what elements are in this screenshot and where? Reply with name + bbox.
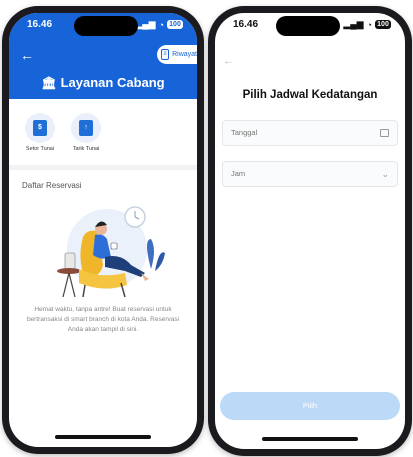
date-field[interactable]: Tanggal bbox=[222, 120, 398, 146]
bank-icon: 🏛 bbox=[41, 76, 57, 90]
signal-icon: ▂▄▆ bbox=[135, 19, 156, 29]
wifi-icon: ◔ bbox=[158, 19, 164, 30]
status-icons: ▂▄▆ ◔ 100 bbox=[135, 19, 183, 30]
time-select-placeholder: Jam bbox=[231, 169, 246, 178]
dynamic-island bbox=[74, 16, 138, 36]
menu-label: Setor Tunai bbox=[25, 146, 55, 152]
menu-setor-tunai[interactable]: $ Setor Tunai bbox=[22, 113, 58, 152]
section-title: Daftar Reservasi bbox=[22, 181, 82, 190]
phone-frame-right: 16.46 ▂▄▆ ◔ 100 ← Pilih Jadwal Kedatanga… bbox=[208, 6, 412, 456]
empty-state-illustration bbox=[57, 206, 165, 298]
page-title: 🏛 Layanan Cabang bbox=[9, 75, 197, 90]
back-arrow-icon[interactable]: ← bbox=[20, 47, 34, 63]
history-icon: ≡ bbox=[161, 49, 170, 60]
wifi-icon: ◔ bbox=[366, 19, 372, 30]
date-field-placeholder: Tanggal bbox=[231, 128, 258, 137]
menu-icon-circle: ↑ bbox=[71, 113, 101, 143]
dynamic-island bbox=[276, 16, 340, 36]
history-label: Riwayat bbox=[172, 51, 197, 58]
menu-label: Tarik Tunai bbox=[72, 146, 100, 152]
status-time: 16.46 bbox=[233, 19, 259, 30]
cash-withdraw-icon: ↑ bbox=[79, 120, 93, 136]
signal-icon: ▂▄▆ bbox=[343, 19, 364, 29]
chevron-down-icon: ⌄ bbox=[381, 169, 389, 179]
status-icons: ▂▄▆ ◔ 100 bbox=[343, 19, 391, 30]
history-button[interactable]: ≡ Riwayat bbox=[157, 45, 197, 64]
branch-service-screen: 16.46 ▂▄▆ ◔ 100 ← ≡ Riwayat 🏛 Layanan Cab… bbox=[9, 13, 197, 447]
menu-tarik-tunai[interactable]: ↑ Tarik Tunai bbox=[68, 113, 104, 152]
page-title: Pilih Jadwal Kedatangan bbox=[242, 89, 378, 101]
page-title-text: Layanan Cabang bbox=[60, 75, 165, 90]
status-time: 16.46 bbox=[27, 19, 53, 30]
home-indicator bbox=[55, 435, 151, 439]
empty-state-message: Hemat waktu, tanpa antre! Buat reservasi… bbox=[26, 306, 180, 333]
schedule-screen: 16.46 ▂▄▆ ◔ 100 ← Pilih Jadwal Kedatanga… bbox=[215, 13, 405, 449]
submit-button[interactable]: Pilih bbox=[220, 392, 400, 420]
phone-frame-left: 16.46 ▂▄▆ ◔ 100 ← ≡ Riwayat 🏛 Layanan Cab… bbox=[2, 6, 204, 454]
calendar-icon bbox=[380, 129, 389, 137]
menu-icon-circle: $ bbox=[25, 113, 55, 143]
home-indicator bbox=[262, 437, 358, 441]
time-select[interactable]: Jam ⌄ bbox=[222, 161, 398, 187]
battery-icon: 100 bbox=[167, 20, 183, 29]
cash-deposit-icon: $ bbox=[33, 120, 47, 136]
divider bbox=[9, 165, 197, 170]
battery-icon: 100 bbox=[375, 20, 391, 29]
back-arrow-icon[interactable]: ← bbox=[223, 55, 234, 67]
